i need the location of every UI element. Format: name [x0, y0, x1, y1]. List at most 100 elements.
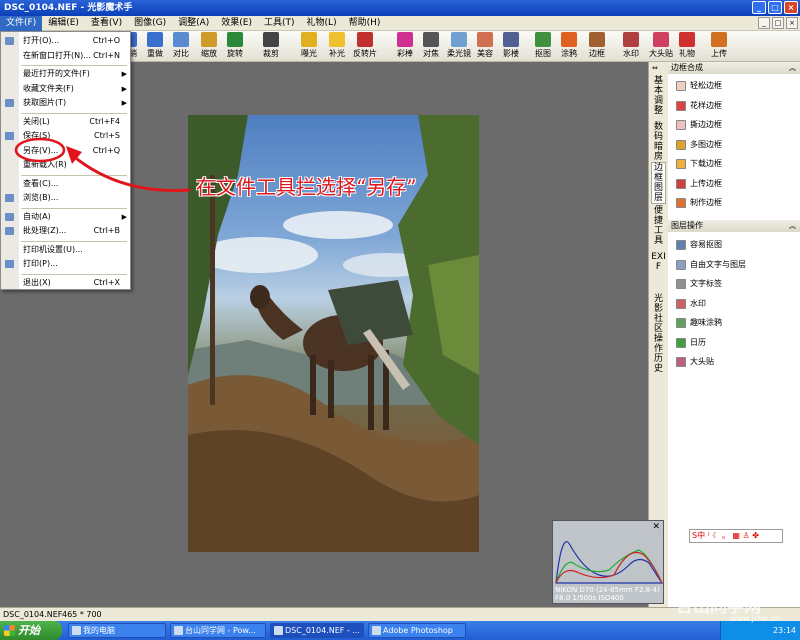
panel-item-icon	[676, 337, 686, 348]
menu-7[interactable]: 礼物(L)	[301, 16, 343, 31]
right_panel-section2_items-2[interactable]: 文字标签	[674, 276, 794, 292]
menu-item-shortcut: Ctrl+B	[93, 226, 120, 235]
right_panel-section1_items-2[interactable]: 撕边边框	[674, 117, 794, 133]
menu-2[interactable]: 查看(V)	[85, 16, 128, 31]
restore-doc-button[interactable]: □	[772, 17, 784, 29]
vtab-5[interactable]: 光影社区	[651, 294, 666, 334]
start-button[interactable]: 开始	[0, 621, 62, 640]
vtab-3[interactable]: 便捷工具	[651, 206, 666, 246]
file-menu-item-0[interactable]: 打开(O)... Ctrl+O	[1, 34, 130, 48]
tool-frame-button[interactable]: 边框	[584, 32, 610, 61]
right_panel-section2_items-5[interactable]: 日历	[674, 335, 794, 351]
tool-studio-button[interactable]: 影楼	[498, 32, 524, 61]
taskbar-task-2[interactable]: DSC_0104.NEF - ...	[270, 623, 364, 638]
tool-photo-sticker-button[interactable]: 大头贴	[646, 32, 676, 61]
file-menu-item-13[interactable]: 打印机设置(U)...	[1, 243, 130, 257]
tool-rotate-button[interactable]: 旋转	[222, 32, 248, 61]
file-menu-item-5[interactable]: 关闭(L) Ctrl+F4	[1, 115, 130, 129]
tool-color-stick-button[interactable]: 彩棒	[392, 32, 418, 61]
menu-1[interactable]: 编辑(E)	[42, 16, 85, 31]
close-doc-button[interactable]: ×	[786, 17, 798, 29]
file-menu-item-11[interactable]: 自动(A) ▶	[1, 210, 130, 224]
menu-item-label: 打开(O)...	[23, 36, 60, 45]
tool-fill-light-button[interactable]: 补光	[324, 32, 350, 61]
file-menu-item-2[interactable]: 最近打开的文件(F) ▶	[1, 67, 130, 81]
title-bar: DSC_0104.NEF - 光影魔术手 _ □ ×	[0, 0, 800, 16]
vtab-2[interactable]: 边框图层	[651, 162, 666, 204]
vtab-0[interactable]: 基本调整	[651, 76, 666, 116]
right_panel-section2_items-4[interactable]: 趣味涂鸦	[674, 315, 794, 331]
tool-focus-button[interactable]: 对焦	[418, 32, 444, 61]
tool-slide-film-button[interactable]: 反转片	[350, 32, 380, 61]
tool-gift-button[interactable]: 礼物	[674, 32, 700, 61]
menu-3[interactable]: 图像(G)	[128, 16, 172, 31]
right_panel-section1_items-6[interactable]: 制作边框	[674, 195, 794, 211]
right-panel: 边框合成 ︽ 轻松边框花样边框撕边边框多图边框下载边框上传边框制作边框图层操作 ︽ 容易…	[668, 62, 800, 607]
panel-item-icon	[676, 139, 686, 150]
watermark-url: www.jsbe.cn	[730, 614, 780, 623]
menu-item-shortcut: Ctrl+X	[93, 277, 120, 287]
tool-label: 水印	[623, 49, 639, 58]
right_panel-section2_items-1[interactable]: 自由文字与图层	[674, 257, 794, 273]
tool-soft-filter-button[interactable]: 柔光镜	[444, 32, 474, 61]
tool-cutout-button[interactable]: 抠图	[530, 32, 556, 61]
file-menu-item-15[interactable]: 退出(X) Ctrl+X	[1, 276, 130, 290]
file-menu-item-1[interactable]: 在新窗口打开(N)... Ctrl+N	[1, 49, 130, 63]
minimize-button[interactable]: _	[752, 1, 766, 14]
right_panel-section1_items-0[interactable]: 轻松边框	[674, 78, 794, 94]
menu-item-shortcut: Ctrl+N	[93, 50, 120, 60]
tool-compare-button[interactable]: 对比	[168, 32, 194, 61]
right_panel-section2_items-0[interactable]: 容易抠图	[674, 237, 794, 253]
collapse-icon[interactable]: ︽	[789, 220, 796, 232]
menu-item-shortcut: Ctrl+O	[92, 36, 120, 45]
photo-sticker-icon	[653, 32, 669, 47]
right_panel-section1_items-4[interactable]: 下载边框	[674, 156, 794, 172]
tool-exposure-button[interactable]: 曝光	[296, 32, 322, 61]
file-menu-item-12[interactable]: 批处理(Z)... Ctrl+B	[1, 224, 130, 238]
tool-upload-button[interactable]: 上传	[706, 32, 732, 61]
right_panel-section2_items-3[interactable]: 水印	[674, 296, 794, 312]
histogram-graph	[555, 541, 664, 584]
ime-toolbar[interactable]: S中 ⁾ ☾ 。 ▦ ♙ ✤	[689, 529, 783, 543]
file-menu-item-14[interactable]: 打印(P)...	[1, 257, 130, 271]
tool-crop-button[interactable]: 裁剪	[258, 32, 284, 61]
menu-item-label: 批处理(Z)...	[23, 226, 67, 235]
menu-4[interactable]: 调整(A)	[172, 16, 215, 31]
tool-doodle-button[interactable]: 涂鸦	[556, 32, 582, 61]
section-layer-ops[interactable]: 图层操作 ︽	[668, 220, 800, 232]
taskbar-task-1[interactable]: 台山同学网 - Pow...	[170, 623, 266, 638]
taskbar-task-3[interactable]: Adobe Photoshop	[368, 623, 466, 638]
tool-label: 礼物	[679, 49, 695, 58]
watermark-icon	[623, 32, 639, 47]
tool-label: 裁剪	[263, 49, 279, 58]
menu-5[interactable]: 效果(E)	[215, 16, 258, 31]
right_panel-section1_items-1[interactable]: 花样边框	[674, 98, 794, 114]
taskbar-task-0[interactable]: 我的电脑	[68, 623, 166, 638]
collapse-icon[interactable]: ︽	[789, 62, 796, 74]
taskbar: 开始 23:14 我的电脑 台山同学网 - Pow... DSC_0104.NEF …	[0, 621, 800, 640]
close-button[interactable]: ×	[784, 1, 798, 14]
tool-watermark-button[interactable]: 水印	[618, 32, 644, 61]
panel-item-icon	[676, 100, 686, 111]
minimize-doc-button[interactable]: _	[758, 17, 770, 29]
upload-icon	[711, 32, 727, 47]
maximize-button[interactable]: □	[768, 1, 782, 14]
file-menu-item-4[interactable]: 获取图片(T) ▶	[1, 96, 130, 110]
vtab-1[interactable]: 数码暗房	[651, 122, 666, 162]
menu-8[interactable]: 帮助(H)	[343, 16, 387, 31]
tool-zoom-button[interactable]: 缩放	[196, 32, 222, 61]
tool-beauty-button[interactable]: 美容	[472, 32, 498, 61]
right_panel-section1_items-3[interactable]: 多图边框	[674, 137, 794, 153]
right_panel-section2_items-6[interactable]: 大头贴	[674, 354, 794, 370]
menu-6[interactable]: 工具(T)	[258, 16, 301, 31]
tool-redo-button[interactable]: 重做	[142, 32, 168, 61]
vtab-6[interactable]: 操作历史	[651, 334, 666, 374]
menu-0[interactable]: 文件(F)	[0, 15, 43, 31]
file-menu-item-3[interactable]: 收藏文件夹(F) ▶	[1, 82, 130, 96]
section-frame-compose[interactable]: 边框合成 ︽	[668, 62, 800, 74]
gift-icon	[679, 32, 695, 47]
panel-nav-icon[interactable]: ⇔	[652, 64, 658, 72]
vtab-4[interactable]: EXIF	[651, 252, 666, 272]
right_panel-section1_items-5[interactable]: 上传边框	[674, 176, 794, 192]
menu-separator	[21, 65, 127, 66]
